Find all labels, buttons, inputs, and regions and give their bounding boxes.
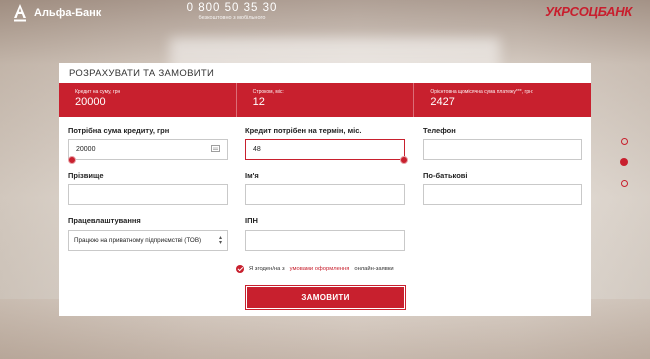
header: Альфа-Банк 0 800 50 35 30 безкоштовно з …: [0, 0, 650, 30]
loan-summary-bar: Кредит на суму, грн 20000 Строком, міс: …: [59, 83, 591, 117]
agreement-checkbox-icon[interactable]: [236, 265, 244, 273]
summary-payment: Орієнтовна щомісячна сума платежу***, гр…: [414, 83, 591, 117]
amount-label: Потрібна сума кредиту, грн: [68, 126, 170, 135]
pager-dot-3[interactable]: [621, 180, 628, 187]
summary-amount-label: Кредит на суму, грн: [75, 89, 121, 95]
phone-label: Телефон: [423, 126, 456, 135]
term-label: Кредит потрібен на термін, міс.: [245, 126, 362, 135]
agreement-terms-link[interactable]: умовами оформлення: [290, 266, 350, 272]
summary-term-value: 12: [252, 96, 265, 108]
pager-dot-1[interactable]: [621, 138, 628, 145]
order-form: РОЗРАХУВАТИ ТА ЗАМОВИТИ Кредит на суму, …: [59, 63, 591, 316]
name-input[interactable]: [245, 184, 405, 205]
summary-amount-value: 20000: [75, 96, 106, 108]
ukrsotsbank-logo[interactable]: УКРСОЦБАНК: [545, 4, 632, 19]
amount-value: 20000: [76, 146, 96, 153]
employment-select[interactable]: Працюю на приватному підприємстві (ТОВ) …: [68, 230, 228, 251]
order-submit-button[interactable]: ЗАМОВИТИ: [244, 284, 407, 311]
summary-amount: Кредит на суму, грн 20000: [59, 83, 237, 117]
surname-label: Прізвище: [68, 171, 104, 180]
hotline[interactable]: 0 800 50 35 30 безкоштовно з мобільного: [186, 2, 278, 21]
agreement-row: Я згоден/на з умовами оформлення онлайн-…: [236, 265, 394, 273]
patronymic-input[interactable]: [423, 184, 582, 205]
alfa-bank-name: Альфа-Банк: [34, 7, 102, 19]
patronymic-label: По-батькові: [423, 171, 468, 180]
amount-input[interactable]: 20000: [68, 139, 228, 160]
alfa-bank-logo[interactable]: Альфа-Банк: [12, 3, 101, 23]
select-arrows-icon: ▴ ▾: [218, 234, 222, 246]
agreement-prefix: Я згоден/на з: [249, 266, 285, 272]
surname-input[interactable]: [68, 184, 228, 205]
summary-term: Строком, міс: 12: [237, 83, 415, 117]
agreement-suffix: онлайн-заявки: [354, 266, 394, 272]
pager-dot-2[interactable]: [620, 158, 628, 166]
tax-id-input[interactable]: [245, 230, 405, 251]
form-title: РОЗРАХУВАТИ ТА ЗАМОВИТИ: [69, 68, 215, 79]
calculator-icon[interactable]: [211, 145, 220, 154]
summary-payment-value: 2427: [430, 96, 455, 108]
term-input[interactable]: 48: [245, 139, 405, 160]
hotline-caption: безкоштовно з мобільного: [198, 15, 266, 21]
term-slider-handle[interactable]: [400, 156, 408, 164]
employment-label: Працевлаштування: [68, 216, 141, 225]
name-label: Ім'я: [245, 171, 259, 180]
employment-value: Працюю на приватному підприємстві (ТОВ): [74, 237, 202, 244]
amount-slider-handle[interactable]: [68, 156, 76, 164]
alfa-a-icon: [12, 3, 28, 23]
hotline-number[interactable]: 0 800 50 35 30: [186, 2, 278, 14]
term-value: 48: [253, 146, 261, 153]
summary-term-label: Строком, міс:: [252, 89, 284, 95]
tax-id-label: ІПН: [245, 216, 258, 225]
summary-payment-label: Орієнтовна щомісячна сума платежу***, гр…: [430, 89, 534, 95]
phone-input[interactable]: [423, 139, 582, 160]
